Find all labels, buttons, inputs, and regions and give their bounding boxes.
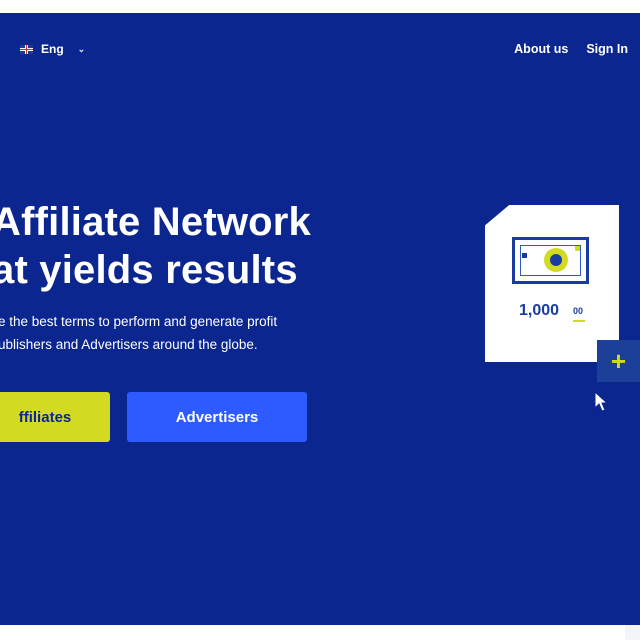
subtext-line-2: ublishers and Advertisers around the glo… xyxy=(0,337,258,352)
banknote-mark-right xyxy=(575,246,580,251)
subtext-line-1: e the best terms to perform and generate… xyxy=(0,314,278,329)
cents-underline xyxy=(573,320,585,322)
hero-section: Eng ⌄ About us Sign In Affiliate Network… xyxy=(0,13,640,625)
plus-icon: + xyxy=(597,340,640,382)
next-section-edge xyxy=(0,625,625,640)
headline-line-1: Affiliate Network xyxy=(0,200,312,244)
nav-about-us[interactable]: About us xyxy=(514,42,568,56)
plus-glyph: + xyxy=(610,346,627,376)
hero-subtext: e the best terms to perform and generate… xyxy=(0,310,277,356)
chevron-down-icon: ⌄ xyxy=(77,43,86,54)
banknote-coin xyxy=(544,248,568,272)
amount-cents: 00 xyxy=(573,306,584,316)
advertisers-button[interactable]: Advertisers xyxy=(127,392,307,442)
affiliates-button[interactable]: ffiliates xyxy=(0,392,110,442)
uk-flag-icon xyxy=(20,44,33,54)
top-strip xyxy=(0,0,640,13)
headline-line-2: at yields results xyxy=(0,248,298,292)
hero-headline: Affiliate Network at yields results xyxy=(0,198,311,294)
banknote-mark-left xyxy=(522,253,527,258)
mouse-cursor-icon xyxy=(594,391,608,412)
amount-value: 1,000 xyxy=(519,302,560,319)
language-selector[interactable]: Eng ⌄ xyxy=(20,42,85,56)
language-label: Eng xyxy=(41,42,64,56)
top-nav: About us Sign In xyxy=(514,42,628,56)
nav-sign-in[interactable]: Sign In xyxy=(586,42,628,56)
banknote-icon xyxy=(512,237,589,284)
bottom-strip xyxy=(0,625,640,640)
